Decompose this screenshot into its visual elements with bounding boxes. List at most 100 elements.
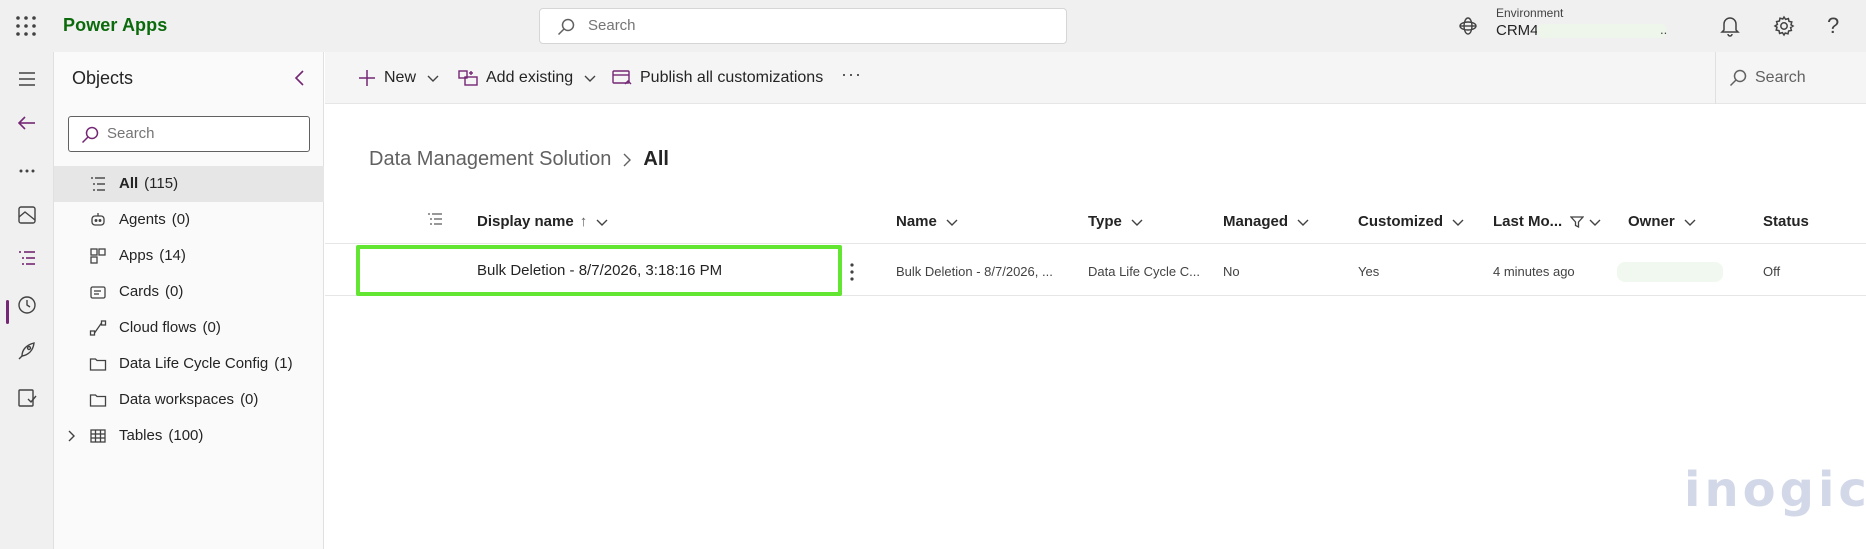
column-label: Status — [1763, 213, 1809, 230]
expand-chevron-icon[interactable] — [64, 429, 78, 443]
global-search-input[interactable] — [588, 17, 988, 34]
cell-status: Off — [1763, 264, 1781, 279]
top-bar: Power Apps Environment CRM4 .. ? — [0, 0, 1866, 52]
solution-checker-icon[interactable] — [14, 385, 40, 411]
column-header-owner[interactable]: Owner — [1628, 213, 1697, 230]
tree-item-tables[interactable]: Tables (100) — [54, 418, 324, 454]
tree-item-data-life-cycle-config[interactable]: Data Life Cycle Config (1) — [54, 346, 324, 382]
global-search[interactable] — [539, 8, 1067, 44]
command-bar-divider — [1715, 52, 1716, 104]
tree-item-data-workspaces[interactable]: Data workspaces (0) — [54, 382, 324, 418]
watermark-logo: inogic — [1684, 462, 1866, 518]
publish-label: Publish all customizations — [640, 69, 824, 86]
tree-item-label: Cards — [119, 283, 160, 300]
cell-last-modified: 4 minutes ago — [1493, 264, 1575, 279]
overview-icon[interactable] — [14, 202, 40, 228]
chevron-down-icon — [945, 215, 959, 229]
tree-item-all[interactable]: All (115) — [54, 166, 324, 202]
cell-type: Data Life Cycle C... — [1088, 264, 1200, 279]
breadcrumb-current: All — [643, 148, 669, 170]
help-icon[interactable]: ? — [1827, 13, 1839, 39]
chevron-down-icon — [583, 71, 597, 85]
chevron-down-icon — [1588, 215, 1602, 229]
collapse-chevron-icon[interactable] — [290, 68, 310, 88]
column-header-status[interactable]: Status — [1763, 213, 1809, 230]
folder-icon — [89, 391, 107, 409]
more-ellipsis-icon[interactable] — [14, 158, 40, 184]
history-icon[interactable] — [14, 292, 40, 318]
app-name[interactable]: Power Apps — [63, 15, 167, 36]
tree-item-agents[interactable]: Agents (0) — [54, 202, 324, 238]
chevron-down-icon — [1683, 215, 1697, 229]
filter-icon — [1570, 215, 1585, 229]
back-arrow-icon[interactable] — [14, 110, 40, 136]
publish-all-button[interactable]: Publish all customizations — [612, 52, 823, 104]
command-bar: New Add existing Publish all customizati… — [325, 52, 1866, 104]
cell-managed: No — [1223, 264, 1240, 279]
grid-search-button[interactable]: Search — [1729, 52, 1806, 104]
tree-item-label: Data workspaces — [119, 391, 235, 408]
cell-customized: Yes — [1358, 264, 1380, 279]
column-label: Type — [1088, 213, 1122, 230]
column-label: Owner — [1628, 213, 1675, 230]
breadcrumb-solution[interactable]: Data Management Solution — [369, 148, 611, 171]
column-header-customized[interactable]: Customized — [1358, 213, 1465, 230]
objects-panel-title: Objects — [72, 68, 134, 88]
column-label: Name — [896, 213, 937, 230]
column-header-last-modified[interactable]: Last Mo... — [1493, 213, 1602, 230]
column-label: Last Mo... — [1493, 213, 1563, 230]
row-more-options-icon[interactable] — [849, 262, 855, 282]
left-nav-rail — [0, 52, 54, 549]
table-icon — [89, 427, 107, 445]
apps-icon — [89, 247, 107, 265]
tree-item-cards[interactable]: Cards (0) — [54, 274, 324, 310]
column-header-display-name[interactable]: Display name ↑ — [477, 213, 609, 230]
add-existing-icon — [458, 69, 478, 87]
column-header-name[interactable]: Name — [896, 213, 959, 230]
objects-search[interactable] — [68, 116, 310, 152]
deploy-rocket-icon[interactable] — [14, 338, 40, 364]
search-icon — [557, 18, 575, 36]
tree-item-count: (115) — [144, 175, 179, 192]
objects-panel: Objects All (115) Agents (0) Apps (14) — [54, 52, 324, 549]
tree-item-count: (14) — [159, 247, 186, 264]
redacted-environment — [1537, 24, 1667, 38]
tree-item-count: (1) — [274, 355, 293, 372]
cell-name: Bulk Deletion - 8/7/2026, ... — [896, 264, 1053, 279]
chevron-down-icon — [595, 215, 609, 229]
app-launcher-icon[interactable] — [14, 14, 38, 38]
tree-item-count: (0) — [240, 391, 259, 408]
tree-item-cloud-flows[interactable]: Cloud flows (0) — [54, 310, 324, 346]
settings-gear-icon[interactable] — [1773, 15, 1795, 37]
environment-icon[interactable] — [1458, 16, 1478, 36]
hamburger-menu-icon[interactable] — [14, 66, 40, 92]
tree-item-label: Agents — [119, 211, 166, 228]
search-icon — [1729, 69, 1747, 87]
tree-item-apps[interactable]: Apps (14) — [54, 238, 324, 274]
tree-item-label: Tables — [119, 427, 163, 444]
column-header-managed[interactable]: Managed — [1223, 213, 1310, 230]
tree-item-count: (0) — [171, 211, 191, 228]
tree-item-label: Apps — [119, 247, 154, 264]
notifications-bell-icon[interactable] — [1720, 15, 1740, 37]
column-header-type[interactable]: Type — [1088, 213, 1144, 230]
chevron-down-icon — [1451, 215, 1465, 229]
objects-search-input[interactable] — [107, 125, 297, 142]
more-commands-ellipsis-icon[interactable]: ··· — [841, 64, 862, 85]
chevron-down-icon — [426, 71, 440, 85]
objects-icon[interactable] — [14, 245, 40, 271]
new-button[interactable]: New — [358, 52, 440, 104]
folder-icon — [89, 355, 107, 373]
tree-item-count: (100) — [168, 427, 204, 444]
tree-item-label: All — [119, 175, 139, 192]
grid-search-label: Search — [1755, 69, 1806, 86]
add-existing-label: Add existing — [486, 69, 574, 86]
tree-item-label: Cloud flows — [119, 319, 197, 336]
column-chooser-icon[interactable] — [426, 211, 444, 229]
environment-label: Environment — [1496, 6, 1564, 20]
plus-icon — [358, 69, 376, 87]
environment-name[interactable]: CRM4 — [1496, 22, 1539, 39]
active-indicator — [6, 300, 9, 324]
add-existing-button[interactable]: Add existing — [458, 52, 597, 104]
column-label: Display name — [477, 213, 574, 230]
